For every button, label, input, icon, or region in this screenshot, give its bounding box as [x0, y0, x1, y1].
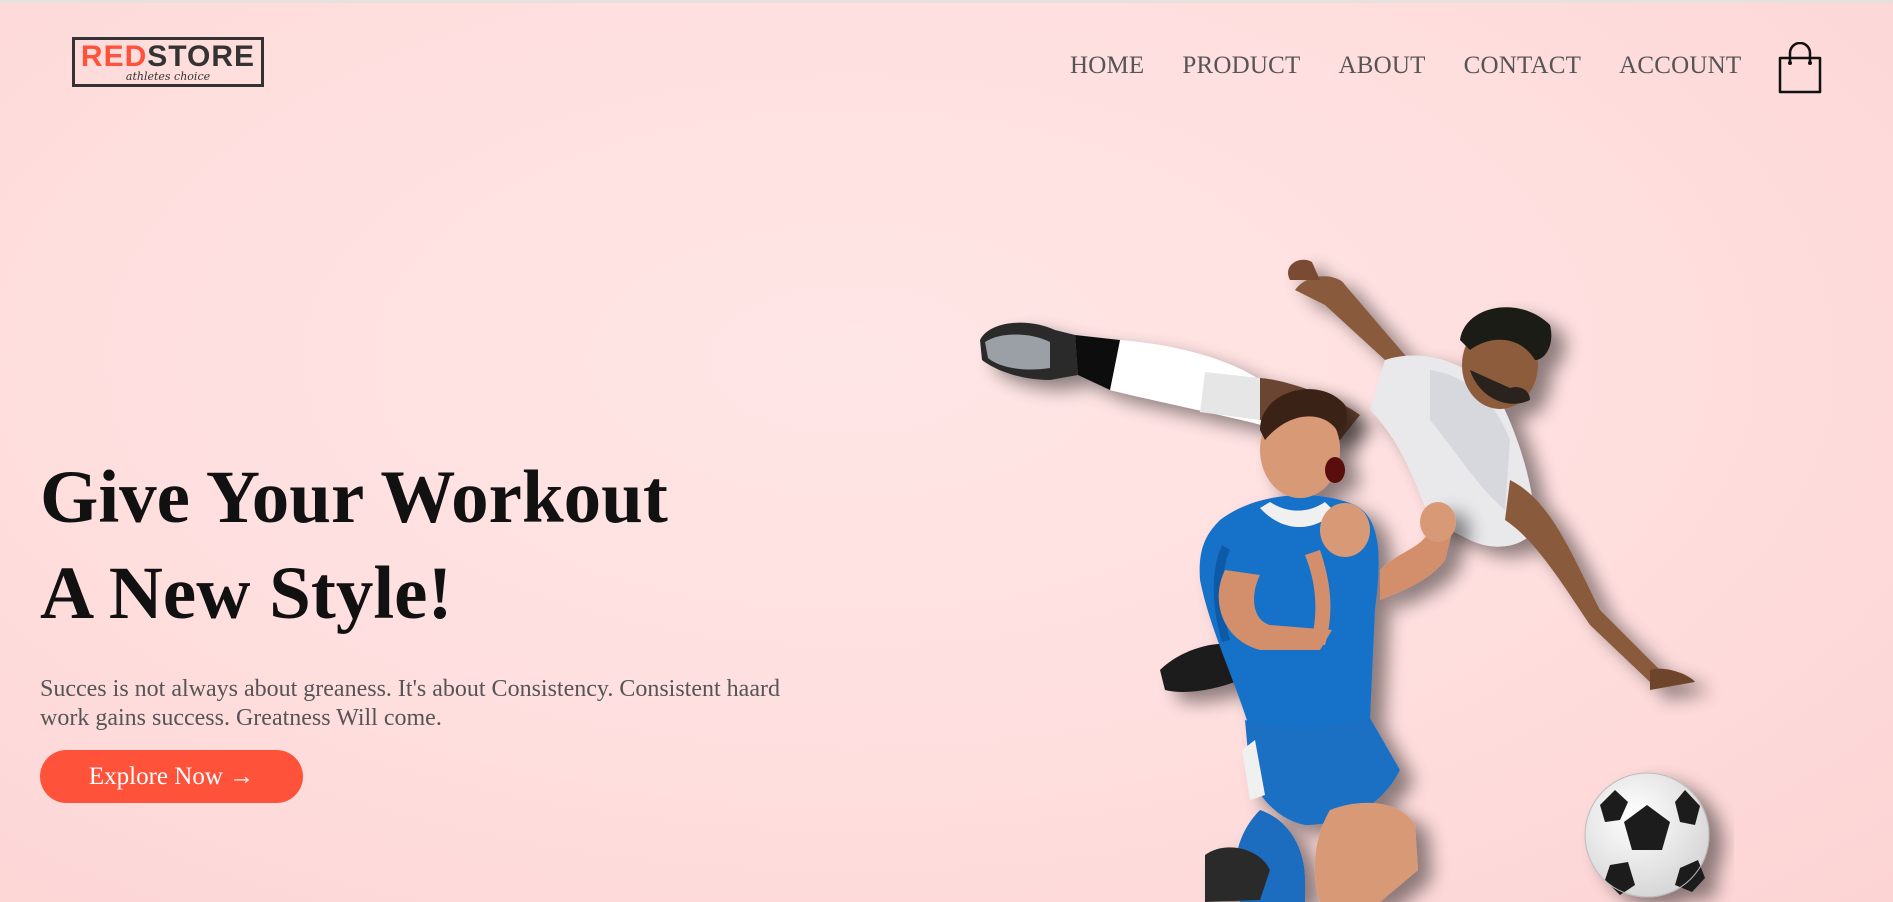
hero-description: Succes is not always about greaness. It'…: [40, 676, 780, 731]
top-divider: [0, 0, 1893, 3]
logo-wordmark: REDSTORE: [80, 39, 256, 73]
nav-item-contact[interactable]: CONTACT: [1464, 52, 1581, 80]
hero-title-line-2: A New Style!: [40, 552, 453, 635]
logo-tagline: athletes choice: [125, 69, 211, 83]
nav-item-product[interactable]: PRODUCT: [1182, 52, 1300, 80]
nav-item-account[interactable]: ACCOUNT: [1619, 52, 1741, 80]
explore-now-button[interactable]: Explore Now →: [40, 750, 303, 803]
shopping-bag-icon[interactable]: [1778, 42, 1822, 94]
hero-title: Give Your Workout A New Style!: [40, 450, 800, 642]
nav-item-home[interactable]: HOME: [1070, 52, 1144, 80]
logo[interactable]: REDSTORE athletes choice: [72, 37, 264, 87]
soccer-ball: [1584, 772, 1710, 898]
main-nav: HOME PRODUCT ABOUT CONTACT ACCOUNT: [1070, 52, 1741, 80]
hero-image-football-players: [980, 259, 1710, 902]
nav-item-about[interactable]: ABOUT: [1339, 52, 1426, 80]
hero-title-line-1: Give Your Workout: [40, 456, 668, 539]
